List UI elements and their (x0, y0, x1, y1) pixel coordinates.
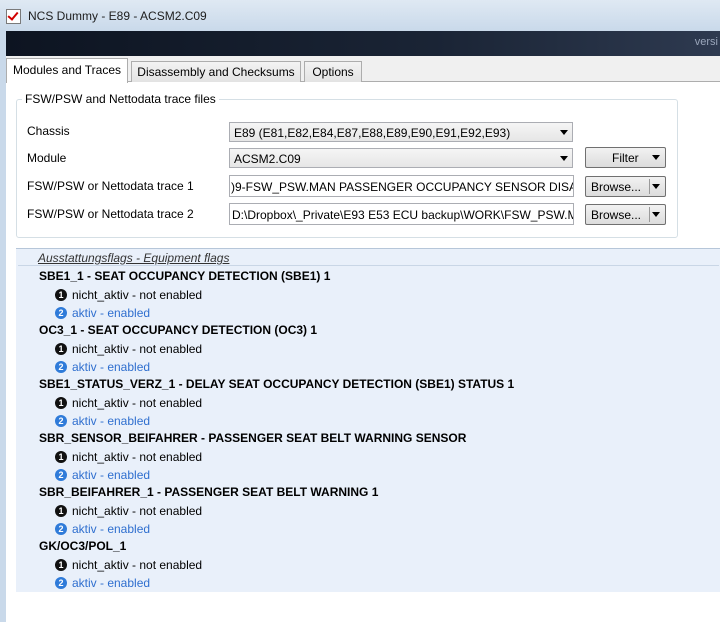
flag-option-not-enabled[interactable]: 1 nicht_aktiv - not enabled (55, 396, 202, 410)
tab-options[interactable]: Options (304, 61, 362, 82)
flag-option-not-enabled[interactable]: 1 nicht_aktiv - not enabled (55, 450, 202, 464)
option-label: nicht_aktiv - not enabled (72, 396, 203, 410)
trace1-label: FSW/PSW or Nettodata trace 1 (27, 179, 194, 193)
window-title: NCS Dummy - E89 - ACSM2.C09 (28, 9, 207, 23)
trace1-value: )9-FSW_PSW.MAN PASSENGER OCCUPANCY SENSO… (231, 180, 574, 194)
option-label: aktiv - enabled (72, 522, 151, 536)
split-separator (649, 207, 650, 222)
flag-title: OC3_1 - SEAT OCCUPANCY DETECTION (OC3) 1 (39, 323, 318, 337)
browse-button-label: Browse... (591, 208, 642, 222)
flag-option-enabled[interactable]: 2 aktiv - enabled (55, 360, 150, 374)
split-separator (649, 179, 650, 194)
module-value: ACSM2.C09 (234, 152, 301, 166)
number-1-icon: 1 (55, 396, 67, 409)
number-1-icon: 1 (55, 558, 67, 571)
number-1-icon: 1 (55, 450, 67, 463)
panel-gutter (6, 248, 16, 622)
flag-option-not-enabled[interactable]: 1 nicht_aktiv - not enabled (55, 504, 202, 518)
chevron-down-icon (652, 155, 660, 160)
number-2-icon: 2 (55, 468, 67, 481)
flag-title: SBE1_STATUS_VERZ_1 - DELAY SEAT OCCUPANC… (39, 377, 515, 391)
trace2-label: FSW/PSW or Nettodata trace 2 (27, 207, 194, 221)
trace1-field[interactable]: )9-FSW_PSW.MAN PASSENGER OCCUPANCY SENSO… (229, 175, 574, 197)
group-title: FSW/PSW and Nettodata trace files (22, 92, 219, 106)
number-2-icon: 2 (55, 306, 67, 319)
number-2-icon: 2 (55, 576, 67, 589)
version-text: versi (694, 36, 718, 48)
option-label: aktiv - enabled (72, 576, 151, 590)
flag-title: GK/OC3/POL_1 (39, 539, 127, 553)
header-divider (18, 265, 719, 266)
module-label: Module (27, 151, 67, 165)
option-label: nicht_aktiv - not enabled (72, 288, 203, 302)
number-1-icon: 1 (55, 504, 67, 517)
chassis-value: E89 (E81,E82,E84,E87,E88,E89,E90,E91,E92… (234, 126, 511, 140)
option-label: aktiv - enabled (72, 468, 151, 482)
trace2-field[interactable]: D:\Dropbox\_Private\E93 E53 ECU backup\W… (229, 203, 574, 225)
number-1-icon: 1 (55, 342, 67, 355)
title-bar: NCS Dummy - E89 - ACSM2.C09 (0, 0, 720, 32)
option-label: nicht_aktiv - not enabled (72, 504, 203, 518)
flag-option-enabled[interactable]: 2 aktiv - enabled (55, 468, 150, 482)
trace2-value: D:\Dropbox\_Private\E93 E53 ECU backup\W… (232, 208, 574, 222)
option-label: aktiv - enabled (72, 360, 151, 374)
tab-disassembly-and-checksums[interactable]: Disassembly and Checksums (131, 61, 301, 82)
option-label: aktiv - enabled (72, 306, 151, 320)
option-label: aktiv - enabled (72, 414, 151, 428)
flags-header: Ausstattungsflags - Equipment flags (38, 251, 230, 265)
number-2-icon: 2 (55, 360, 67, 373)
option-label: nicht_aktiv - not enabled (72, 558, 203, 572)
chevron-down-icon[interactable] (652, 184, 660, 189)
browse-trace2-button[interactable]: Browse... (585, 204, 666, 225)
flag-option-enabled[interactable]: 2 aktiv - enabled (55, 414, 150, 428)
app-checkmark-icon[interactable] (6, 9, 21, 24)
chassis-label: Chassis (27, 124, 70, 138)
tab-modules-and-traces[interactable]: Modules and Traces (6, 58, 128, 83)
flag-option-enabled[interactable]: 2 aktiv - enabled (55, 306, 150, 320)
option-label: nicht_aktiv - not enabled (72, 342, 203, 356)
filter-button-label: Filter (612, 151, 639, 165)
chassis-select[interactable]: E89 (E81,E82,E84,E87,E88,E89,E90,E91,E92… (229, 122, 573, 142)
flag-option-not-enabled[interactable]: 1 nicht_aktiv - not enabled (55, 342, 202, 356)
number-2-icon: 2 (55, 522, 67, 535)
panel-empty-area (16, 592, 720, 622)
module-select[interactable]: ACSM2.C09 (229, 148, 573, 168)
option-label: nicht_aktiv - not enabled (72, 450, 203, 464)
flag-title: SBR_BEIFAHRER_1 - PASSENGER SEAT BELT WA… (39, 485, 379, 499)
number-1-icon: 1 (55, 288, 67, 301)
browse-trace1-button[interactable]: Browse... (585, 176, 666, 197)
flag-option-not-enabled[interactable]: 1 nicht_aktiv - not enabled (55, 288, 202, 302)
flag-title: SBR_SENSOR_BEIFAHRER - PASSENGER SEAT BE… (39, 431, 467, 445)
header-banner: versi (6, 31, 720, 56)
chevron-down-icon[interactable] (652, 212, 660, 217)
flag-option-enabled[interactable]: 2 aktiv - enabled (55, 576, 150, 590)
flag-title: SBE1_1 - SEAT OCCUPANCY DETECTION (SBE1)… (39, 269, 331, 283)
chevron-down-icon (560, 130, 568, 135)
filter-button[interactable]: Filter (585, 147, 666, 168)
flag-option-enabled[interactable]: 2 aktiv - enabled (55, 522, 150, 536)
flag-option-not-enabled[interactable]: 1 nicht_aktiv - not enabled (55, 558, 202, 572)
number-2-icon: 2 (55, 414, 67, 427)
chevron-down-icon (560, 156, 568, 161)
browse-button-label: Browse... (591, 180, 642, 194)
